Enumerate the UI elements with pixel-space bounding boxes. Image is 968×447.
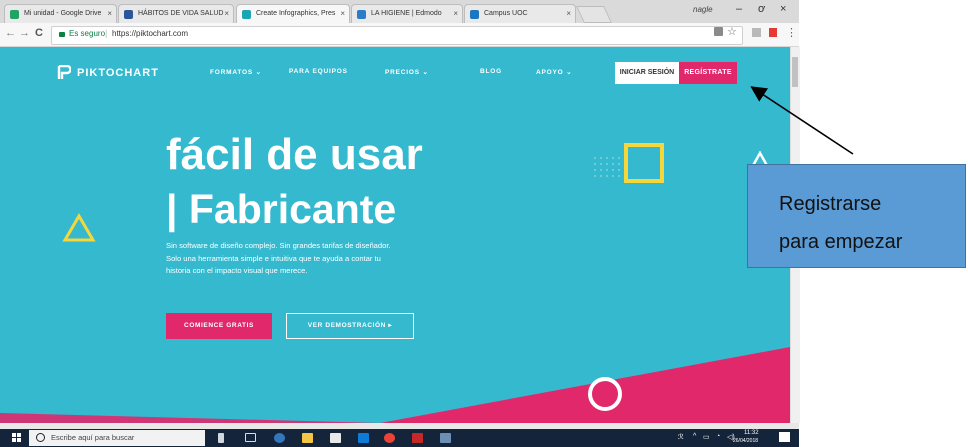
description-line: historia con el impacto visual que merec… (166, 266, 308, 275)
pink-wave-shape (0, 347, 790, 423)
back-icon[interactable]: ← (5, 27, 16, 39)
close-tab-icon[interactable]: × (340, 5, 345, 23)
tab-label: HÁBITOS DE VIDA SALUD (138, 10, 224, 17)
tab-edmodo[interactable]: LA HIGIENE | Edmodo × (351, 4, 463, 23)
microphone-icon[interactable] (218, 433, 224, 443)
translate-icon[interactable] (714, 27, 723, 36)
url-text[interactable]: https://piktochart.com (112, 29, 188, 38)
show-hidden-icons-icon[interactable]: ^ (693, 433, 696, 440)
tab-label: LA HIGIENE | Edmodo (371, 10, 442, 17)
piktochart-logo[interactable]: PIKTOCHART (57, 65, 159, 80)
mail-icon[interactable] (358, 433, 369, 443)
cortana-icon (36, 433, 45, 442)
word-icon (124, 10, 133, 19)
separator: | (105, 28, 108, 38)
description-line: Solo una herramienta simple e intuitiva … (166, 253, 381, 263)
callout-line-1: Registrarse (779, 193, 882, 215)
clock-time[interactable]: 11:32 (744, 430, 759, 436)
description-line: Sin software de diseño complejo. Sin gra… (166, 241, 391, 250)
scrollbar-thumb[interactable] (792, 57, 798, 87)
close-tab-icon[interactable]: × (566, 5, 571, 23)
secure-label: Es seguro (69, 29, 106, 38)
close-tab-icon[interactable]: × (224, 5, 229, 23)
tab-campus-uoc[interactable]: Campus UOC × (464, 4, 576, 23)
close-tab-icon[interactable]: × (107, 5, 112, 23)
piktochart-logo-icon (57, 65, 71, 79)
callout-line-2: para empezar (779, 231, 903, 253)
close-window-icon[interactable]: × (780, 3, 786, 15)
reload-icon[interactable]: C (35, 27, 43, 39)
piktochart-page: PIKTOCHART FORMATOS ⌄ PARA EQUIPOS PRECI… (0, 47, 790, 423)
view-demo-button[interactable]: VER DEMOSTRACIÓN ▸ (286, 313, 414, 339)
menu-para-equipos[interactable]: PARA EQUIPOS (289, 68, 348, 75)
menu-blog[interactable]: BLOG (480, 68, 502, 75)
drive-icon (10, 10, 19, 19)
annotation-callout: Registrarse para empezar (747, 164, 966, 268)
extension-icon[interactable] (752, 28, 761, 37)
forward-icon[interactable]: → (19, 27, 30, 39)
tab-google-drive[interactable]: Mi unidad - Google Drive × (4, 4, 117, 23)
task-view-icon[interactable] (245, 433, 256, 442)
tab-label: Mi unidad - Google Drive (24, 10, 102, 17)
uoc-icon (470, 10, 479, 19)
tab-habitos[interactable]: HÁBITOS DE VIDA SALUD × (118, 4, 234, 23)
file-explorer-icon[interactable] (302, 433, 313, 443)
menu-formatos[interactable]: FORMATOS ⌄ (210, 68, 262, 76)
close-tab-icon[interactable]: × (453, 5, 458, 23)
pdf-icon[interactable] (769, 28, 777, 37)
register-button[interactable]: REGÍSTRATE (679, 62, 737, 84)
profile-name[interactable]: nagle (693, 5, 713, 14)
windows-start-icon[interactable] (12, 433, 22, 443)
white-circle-shape (588, 377, 622, 411)
photos-icon[interactable] (440, 433, 451, 443)
hero-description: Sin software de diseño complejo. Sin gra… (166, 240, 496, 278)
action-center-icon[interactable] (779, 432, 790, 442)
chrome-icon[interactable] (384, 433, 395, 443)
yellow-square-shape (624, 143, 664, 183)
menu-apoyo[interactable]: APOYO ⌄ (536, 68, 572, 76)
menu-precios[interactable]: PRECIOS ⌄ (385, 68, 429, 76)
logo-text: PIKTOCHART (77, 66, 159, 79)
star-icon[interactable]: ☆ (727, 25, 737, 38)
headline-line-1: fácil de usar (166, 130, 423, 179)
maximize-icon[interactable]: ơ (758, 3, 765, 15)
menu-icon[interactable]: ⋮ (786, 26, 797, 39)
windows-taskbar: Escribe aquí para buscar ℛ ^ ▭ ◔ ◁) 11:3… (0, 429, 799, 447)
minimize-icon[interactable]: – (736, 3, 742, 15)
network-icon[interactable]: ▭ (703, 433, 710, 441)
lock-icon (59, 32, 65, 37)
browser-window: Mi unidad - Google Drive × HÁBITOS DE VI… (0, 0, 800, 447)
login-button[interactable]: INICIAR SESIÓN (615, 62, 679, 84)
address-bar[interactable]: Es seguro | https://piktochart.com (51, 26, 743, 45)
clock-date[interactable]: 26/04/2018 (733, 438, 758, 444)
search-placeholder: Escribe aquí para buscar (51, 433, 135, 442)
piktochart-icon (242, 10, 251, 19)
tab-label: Campus UOC (484, 10, 528, 17)
edge-icon[interactable] (274, 433, 285, 443)
store-icon[interactable] (330, 433, 341, 443)
edmodo-icon (357, 10, 366, 19)
people-icon[interactable]: ℛ (678, 433, 684, 441)
tab-label: Create Infographics, Pres (256, 10, 336, 17)
wifi-icon[interactable]: ◔ (716, 433, 720, 440)
navigation-bar: ← → C Es seguro | https://piktochart.com… (0, 23, 799, 47)
new-tab-button[interactable] (576, 6, 612, 23)
tab-strip: Mi unidad - Google Drive × HÁBITOS DE VI… (0, 0, 799, 23)
tab-piktochart[interactable]: Create Infographics, Pres × (236, 4, 350, 23)
acrobat-icon[interactable] (412, 433, 423, 443)
headline-line-2: | Fabricante (166, 186, 397, 232)
taskbar-search-box[interactable]: Escribe aquí para buscar (29, 430, 205, 446)
start-free-button[interactable]: COMIENCE GRATIS (166, 313, 272, 339)
yellow-triangle-shape (62, 213, 96, 242)
